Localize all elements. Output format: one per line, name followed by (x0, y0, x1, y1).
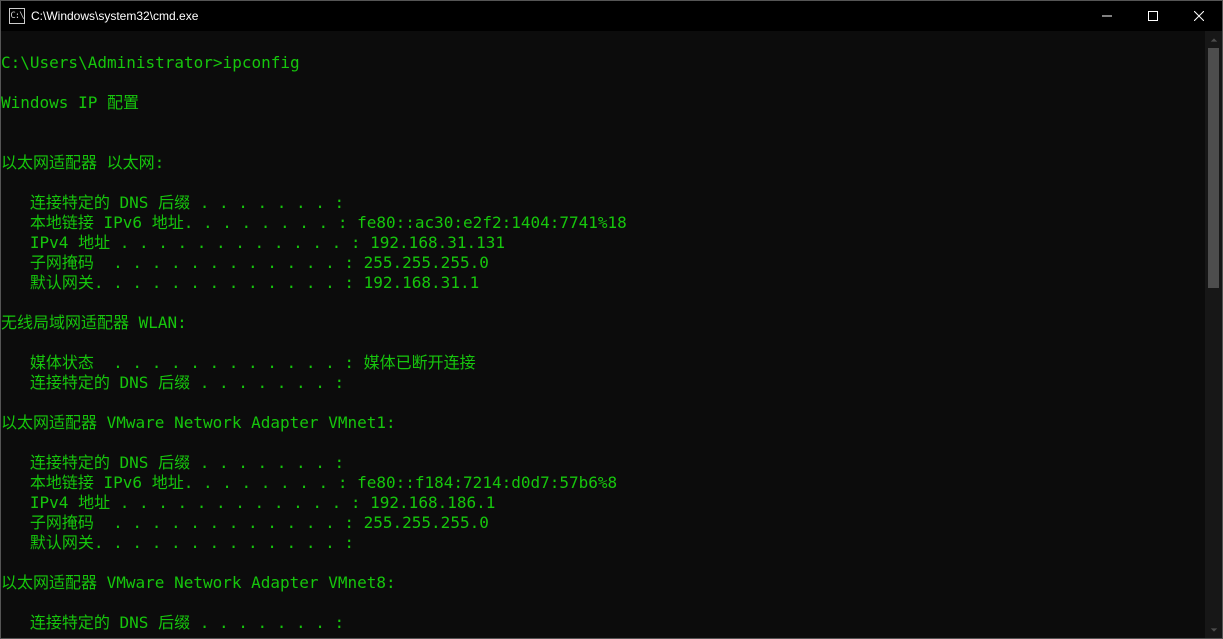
minimize-icon (1102, 11, 1112, 21)
chevron-up-icon (1210, 36, 1218, 44)
scroll-up-button[interactable] (1205, 31, 1222, 48)
minimize-button[interactable] (1084, 1, 1130, 31)
titlebar[interactable]: C:\ C:\Windows\system32\cmd.exe (1, 1, 1222, 31)
scroll-thumb[interactable] (1208, 48, 1219, 288)
cmd-window: C:\ C:\Windows\system32\cmd.exe C:\Users… (0, 0, 1223, 639)
close-icon (1194, 11, 1204, 21)
scroll-down-button[interactable] (1205, 621, 1222, 638)
vertical-scrollbar[interactable] (1205, 31, 1222, 638)
window-title: C:\Windows\system32\cmd.exe (31, 9, 198, 23)
maximize-icon (1148, 11, 1158, 21)
close-button[interactable] (1176, 1, 1222, 31)
maximize-button[interactable] (1130, 1, 1176, 31)
content-area: C:\Users\Administrator>ipconfig Windows … (1, 31, 1222, 638)
cmd-icon: C:\ (9, 8, 25, 24)
chevron-down-icon (1210, 626, 1218, 634)
terminal-output[interactable]: C:\Users\Administrator>ipconfig Windows … (1, 31, 1205, 638)
